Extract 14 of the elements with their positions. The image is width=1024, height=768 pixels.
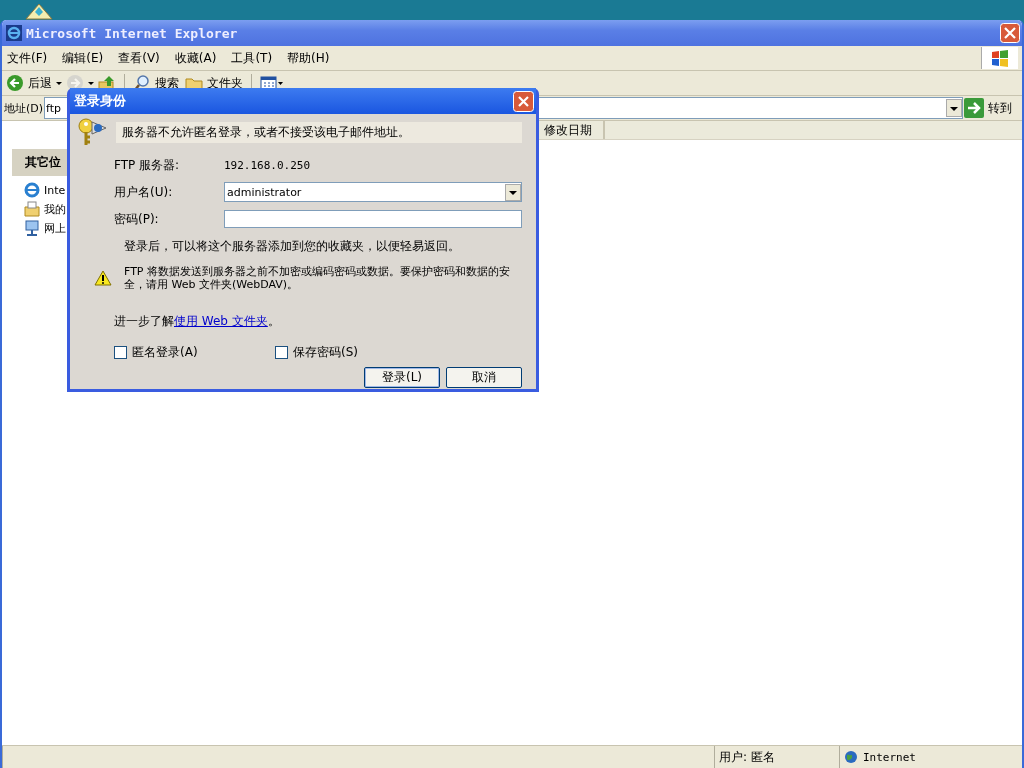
address-label: 地址(D) <box>3 100 44 116</box>
status-user: 用户: 匿名 <box>714 746 839 768</box>
learn-more-text: 进一步了解使用 Web 文件夹。 <box>113 313 281 330</box>
dialog-title: 登录身份 <box>74 92 126 110</box>
error-message: 服务器不允许匿名登录，或者不接受该电子邮件地址。 <box>116 121 522 143</box>
field-label: FTP 服务器: <box>114 157 181 174</box>
warning-text: FTP 将数据发送到服务器之前不加密或编码密码或数据。要保护密码和数据的安全，请用 Web 文件夹(WebDAV)。 <box>124 265 511 291</box>
field-label: 用户名(U): <box>114 183 174 201</box>
info-text: 登录后，可以将这个服务器添加到您的收藏夹，以便轻易返回。 <box>123 238 461 255</box>
window-title: Microsoft Internet Explorer <box>26 25 238 41</box>
server-address: 192.168.0.250 <box>224 159 312 172</box>
task-panel-title: 其它位 <box>12 149 69 176</box>
field-label: 密码(P): <box>114 210 160 228</box>
status-zone: Internet <box>839 746 1022 768</box>
